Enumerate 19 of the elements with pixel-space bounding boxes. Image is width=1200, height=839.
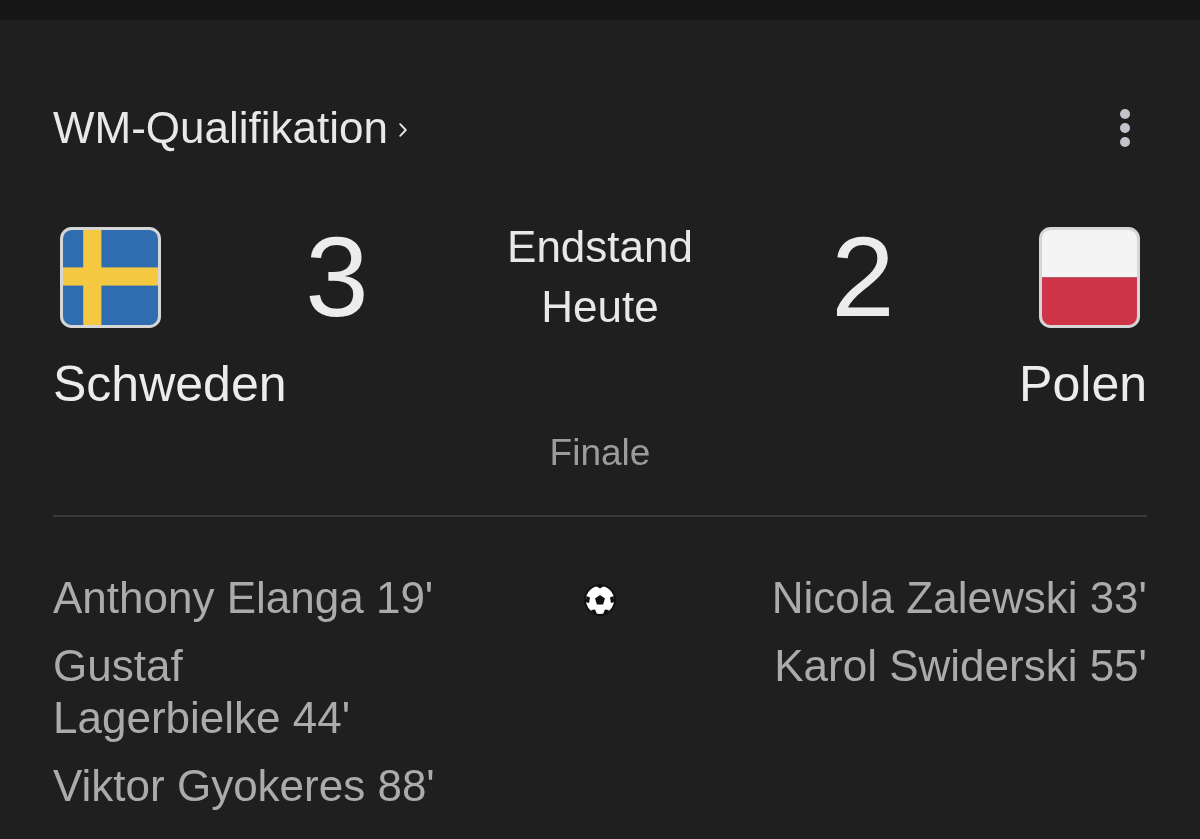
- poland-flag-icon: [1039, 226, 1140, 328]
- match-stage: Finale: [549, 431, 651, 475]
- competition-link[interactable]: WM-Qualifikation: [53, 103, 407, 153]
- more-options-button[interactable]: [1119, 108, 1131, 148]
- goal-scorer: Gustaf Lagerbielke 44': [53, 640, 352, 744]
- goal-scorer: Viktor Gyokeres 88': [53, 760, 436, 812]
- match-date: Heute: [541, 281, 659, 333]
- goal-scorer: Anthony Elanga 19': [53, 572, 435, 624]
- chevron-right-icon: [398, 123, 407, 137]
- home-score: 3: [305, 220, 369, 334]
- home-team-name: Schweden: [53, 355, 287, 414]
- sweden-flag-icon: [60, 226, 161, 328]
- away-team-name: Polen: [1019, 355, 1147, 414]
- away-score: 2: [831, 220, 895, 334]
- more-vertical-icon: [1119, 108, 1131, 148]
- goal-scorer: Karol Swiderski 55': [774, 640, 1147, 692]
- match-status: Endstand: [507, 221, 693, 273]
- goal-scorer: Nicola Zalewski 33': [771, 572, 1147, 624]
- soccer-ball-icon: [584, 584, 616, 616]
